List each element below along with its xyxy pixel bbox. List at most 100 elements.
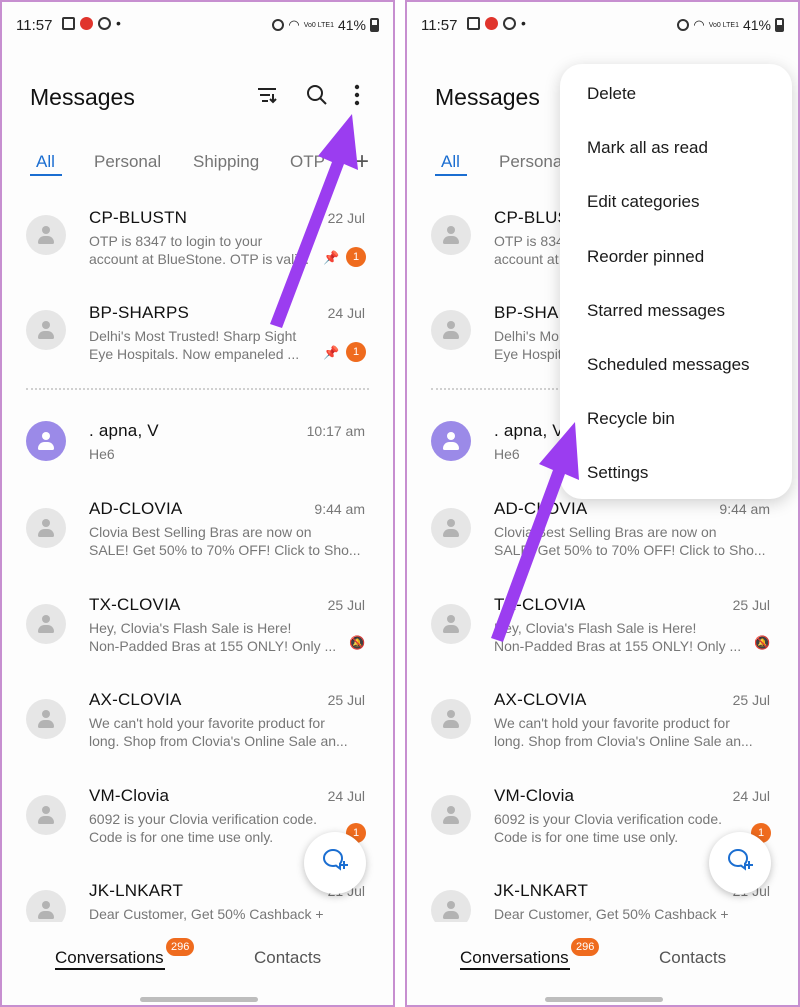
person-icon <box>443 901 459 919</box>
conversation-preview: Delhi's Most Trusted! Sharp Sight Eye Hos… <box>89 327 339 363</box>
avatar <box>431 699 471 739</box>
status-bar: 11:57 • ◠ Vo0 LTE1 41% <box>407 2 798 50</box>
conversation-name: JK-LNKART <box>89 881 184 900</box>
signal-lte-label: Vo0 LTE1 <box>708 21 739 29</box>
conversation-name: JK-LNKART <box>494 881 589 900</box>
person-icon <box>38 806 54 824</box>
preview-line: Eye Hospitals. Now empaneled ... <box>89 346 300 362</box>
preview-line: 6092 is your Clovia verification code. <box>494 811 723 827</box>
person-icon <box>38 710 54 728</box>
conversation-name: BP-SHARPS <box>89 303 190 322</box>
battery-icon <box>775 18 784 32</box>
person-icon <box>443 806 459 824</box>
gallery-icon <box>467 17 480 30</box>
person-icon <box>38 321 54 339</box>
filter-icon[interactable] <box>254 82 280 108</box>
more-options-icon[interactable] <box>344 82 370 108</box>
conversation-row[interactable]: CP-BLUSTN 22 Jul OTP is 8347 to login to… <box>2 192 393 282</box>
conversation-row[interactable]: BP-SHARPS 24 Jul Delhi's Most Trusted! S… <box>2 287 393 377</box>
conversation-preview: He6 <box>89 446 115 462</box>
nav-conversations[interactable]: Conversations <box>55 948 164 968</box>
home-indicator <box>545 997 663 1002</box>
nav-conversations[interactable]: Conversations <box>460 948 569 968</box>
overflow-menu: Delete Mark all as read Edit categories … <box>560 64 792 499</box>
preview-line: Non-Padded Bras at 155 ONLY! Only ... <box>89 638 337 654</box>
preview-line: Hey, Clovia's Flash Sale is Here! <box>89 620 292 636</box>
avatar <box>26 890 66 922</box>
menu-item-settings[interactable]: Settings <box>587 463 648 483</box>
avatar <box>26 215 66 255</box>
conversation-row[interactable]: TX-CLOVIA 25 Jul Hey, Clovia's Flash Sal… <box>2 588 393 678</box>
conversation-row[interactable]: TX-CLOVIA 25 Jul Hey, Clovia's Flash Sal… <box>407 588 798 678</box>
menu-item-starred-messages[interactable]: Starred messages <box>587 301 725 321</box>
conversation-row[interactable]: AD-CLOVIA 9:44 am Clovia Best Selling Br… <box>407 492 798 582</box>
preview-line: Delhi's Most Trusted! Sharp Sight <box>89 328 297 344</box>
person-icon <box>38 615 54 633</box>
new-message-button[interactable] <box>709 832 771 894</box>
tab-shipping[interactable]: Shipping <box>193 152 259 172</box>
conversation-row[interactable]: AX-CLOVIA 25 Jul We can't hold your favo… <box>407 683 798 773</box>
conversation-row[interactable]: . apna, V 10:17 am He6 <box>2 404 393 494</box>
conversation-name: . apna, V <box>89 421 159 440</box>
conversation-name: CP-BLUSTN <box>89 208 188 227</box>
mute-icon: 🔕 <box>349 635 366 650</box>
page-title: Messages <box>30 84 135 110</box>
pinned-divider <box>26 388 369 390</box>
conversation-preview: 6092 is your Clovia verification code. Co… <box>494 810 744 846</box>
menu-item-edit-categories[interactable]: Edit categories <box>587 192 699 212</box>
system-icons: ◠ Vo0 LTE1 41% <box>272 17 379 33</box>
menu-item-delete[interactable]: Delete <box>587 84 636 104</box>
person-icon <box>38 432 54 450</box>
conversation-name: . apna, V <box>494 421 564 440</box>
conversation-preview: We can't hold your favorite product for l… <box>89 714 369 750</box>
preview-line: long. Shop from Clovia's Online Sale an.… <box>89 733 348 749</box>
menu-item-mark-all-read[interactable]: Mark all as read <box>587 138 708 158</box>
status-time: 11:57 <box>421 17 458 34</box>
conversation-name: BP-SHA <box>494 303 559 322</box>
conversation-row[interactable]: AD-CLOVIA 9:44 am Clovia Best Selling Br… <box>2 492 393 582</box>
nav-contacts[interactable]: Contacts <box>659 948 726 968</box>
add-category-icon[interactable]: + <box>355 148 369 176</box>
conversation-preview: Dear Customer, Get 50% Cashback + <box>89 906 324 922</box>
avatar <box>431 604 471 644</box>
unread-count-badge: 296 <box>166 938 195 956</box>
conversation-name: AD-CLOVIA <box>89 499 183 518</box>
more-notifications-dot: • <box>521 15 526 31</box>
menu-item-reorder-pinned[interactable]: Reorder pinned <box>587 247 704 267</box>
menu-item-scheduled-messages[interactable]: Scheduled messages <box>587 355 750 375</box>
tab-all[interactable]: All <box>441 152 460 172</box>
conversation-name: VM-Clovia <box>494 786 575 805</box>
conversation-date: 25 Jul <box>327 597 365 613</box>
conversation-date: 25 Jul <box>732 692 770 708</box>
conversation-name: AD-CLOVIA <box>494 499 588 518</box>
conversation-name: VM-Clovia <box>89 786 170 805</box>
unread-count-badge: 296 <box>571 938 600 956</box>
battery-percent: 41% <box>742 17 771 33</box>
conversation-date: 24 Jul <box>327 788 365 804</box>
new-message-button[interactable] <box>304 832 366 894</box>
preview-line: SALE! Get 50% to 70% OFF! Click to Sho..… <box>89 542 361 558</box>
menu-item-recycle-bin[interactable]: Recycle bin <box>587 409 675 429</box>
nav-contacts[interactable]: Contacts <box>254 948 321 968</box>
tab-all[interactable]: All <box>36 152 55 172</box>
conversation-name: AX-CLOVIA <box>494 690 587 709</box>
tab-personal[interactable]: Personal <box>94 152 161 172</box>
category-tabs: All Personal Shipping OTP + <box>2 148 393 178</box>
conversation-preview: 6092 is your Clovia verification code. Co… <box>89 810 339 846</box>
tab-personal[interactable]: Persona <box>499 152 562 172</box>
search-icon[interactable] <box>304 82 330 108</box>
alarm-icon <box>272 19 285 31</box>
avatar <box>26 421 66 461</box>
conversation-row[interactable]: AX-CLOVIA 25 Jul We can't hold your favo… <box>2 683 393 773</box>
pin-icon: 📌 <box>323 250 340 265</box>
tab-otp[interactable]: OTP <box>290 152 325 172</box>
conversation-preview: We can't hold your favorite product for l… <box>494 714 774 750</box>
battery-percent: 41% <box>337 17 366 33</box>
person-icon <box>38 226 54 244</box>
new-message-icon <box>726 847 754 879</box>
active-tab-indicator <box>435 174 467 176</box>
person-icon <box>443 519 459 537</box>
preview-line: Non-Padded Bras at 155 ONLY! Only ... <box>494 638 742 654</box>
preview-line: 6092 is your Clovia verification code. <box>89 811 318 827</box>
person-icon <box>443 432 459 450</box>
